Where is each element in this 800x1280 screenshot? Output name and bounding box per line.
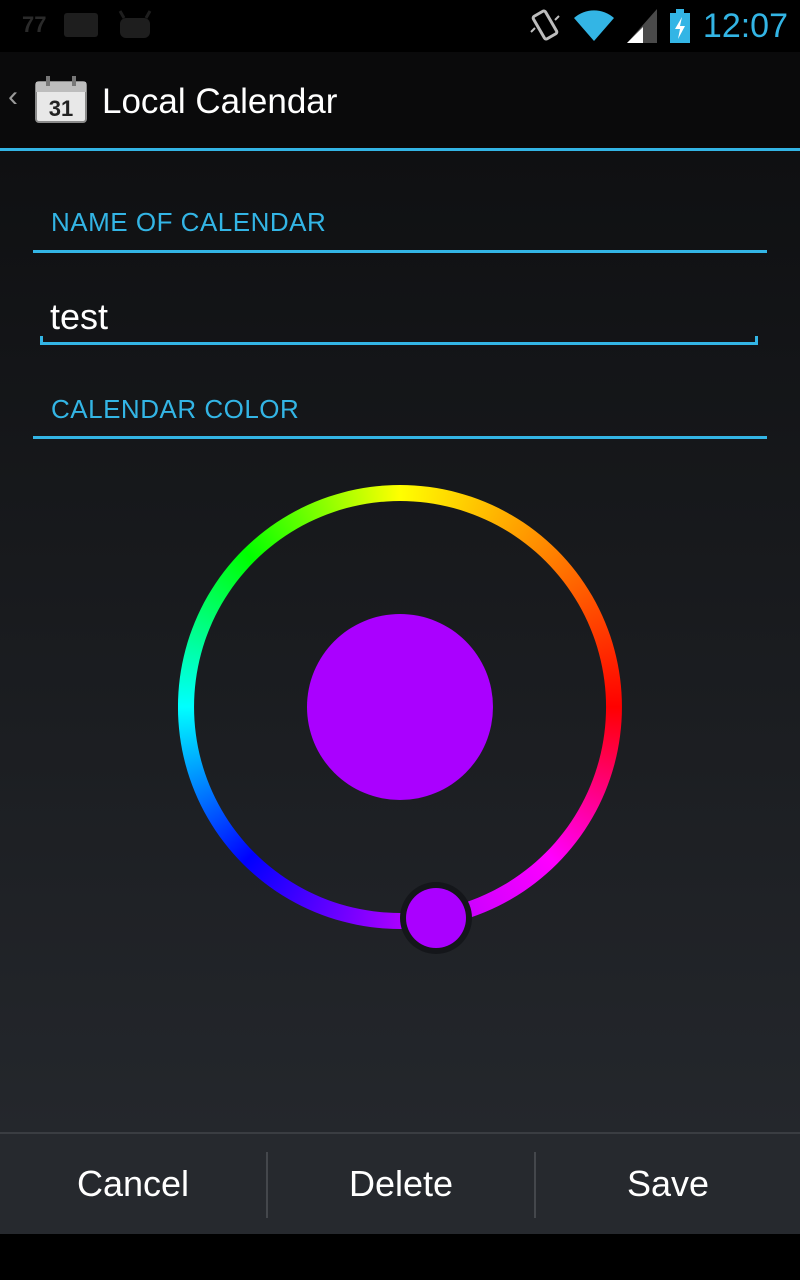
calendar-name-value[interactable]: test (50, 296, 108, 338)
selected-color-preview[interactable] (307, 614, 493, 800)
clock: 12:07 (702, 6, 788, 45)
color-section-label: CALENDAR COLOR (51, 394, 300, 424)
name-section-divider (33, 250, 767, 253)
battery-charging-icon (669, 9, 690, 43)
name-section-label: NAME OF CALENDAR (51, 207, 327, 237)
signal-icon (626, 9, 657, 43)
color-picker[interactable] (170, 477, 630, 957)
app-icon-date: 31 (49, 96, 73, 121)
wifi-icon (573, 10, 614, 42)
page-title: Local Calendar (102, 82, 338, 121)
notification-count: 77 (22, 12, 47, 37)
android-icon (119, 10, 152, 38)
navigation-bar (0, 1234, 800, 1280)
color-section-divider (33, 436, 767, 439)
calendar-app-icon[interactable]: 31 (32, 74, 90, 126)
notification-icons: 77 (22, 10, 154, 40)
hue-slider-handle[interactable] (406, 888, 466, 948)
cancel-button[interactable]: Cancel (0, 1134, 266, 1234)
save-button[interactable]: Save (536, 1134, 800, 1234)
picture-icon (64, 13, 99, 37)
calendar-name-input[interactable]: test (40, 283, 758, 345)
up-caret-icon[interactable]: ‹ (8, 80, 18, 114)
status-bar: 77 12:07 (0, 0, 800, 52)
vibrate-icon (530, 9, 560, 41)
delete-button[interactable]: Delete (268, 1134, 534, 1234)
button-bar: Cancel Delete Save (0, 1132, 800, 1234)
system-icons: 12:07 (529, 4, 788, 48)
